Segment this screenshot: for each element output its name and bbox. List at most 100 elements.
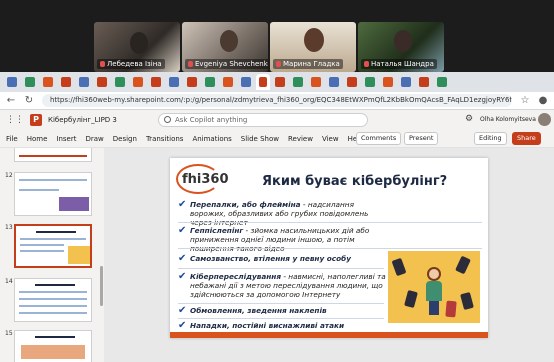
thumb-line <box>19 298 87 300</box>
url-field[interactable]: https://fhi360web-my.sharepoint.com/:p:/… <box>42 94 512 107</box>
thumb-image <box>21 345 85 359</box>
avatar[interactable] <box>538 113 551 126</box>
share-button[interactable]: Share <box>512 132 541 145</box>
slide-thumbnail[interactable] <box>14 330 92 362</box>
tab-insert[interactable]: Insert <box>56 135 76 143</box>
thumb-line <box>20 238 86 240</box>
thumb-line <box>19 189 59 191</box>
comments-button[interactable]: Comments <box>356 132 402 145</box>
screen: Лебедева Ізіна Evgeniya Shevchenko Марин… <box>0 0 554 362</box>
tab-transitions[interactable]: Transitions <box>146 135 184 143</box>
bullet-term: Самозванство, втілення у певну особу <box>190 254 351 263</box>
powerpoint-favicon <box>259 77 267 87</box>
tab-favicon[interactable] <box>347 77 357 87</box>
phone-icon <box>460 291 474 311</box>
tab-draw[interactable]: Draw <box>85 135 103 143</box>
tab-favicon[interactable] <box>365 77 375 87</box>
star-icon[interactable]: ☆ <box>520 95 530 106</box>
phone-icon <box>391 257 407 277</box>
tab-favicon[interactable] <box>223 77 233 87</box>
slide-thumbnail-active[interactable] <box>14 224 92 268</box>
tab-favicon[interactable] <box>43 77 53 87</box>
bullet-term: Обмовлення, зведення наклепів <box>190 306 327 315</box>
tab-favicon[interactable] <box>293 77 303 87</box>
tab-favicon[interactable] <box>151 77 161 87</box>
thumb-line <box>19 291 87 293</box>
app-header: ⋮⋮ P Кібербулінг_LIPD 3 Ask Copilot anyt… <box>0 110 554 130</box>
active-tab[interactable] <box>256 74 270 90</box>
checkmark-icon: ✔ <box>178 253 187 264</box>
participant-video <box>394 30 412 52</box>
thumb-line <box>20 244 64 246</box>
thumbnail-scrollbar[interactable] <box>100 266 103 306</box>
powerpoint-logo-icon[interactable]: P <box>30 114 42 126</box>
divider <box>178 268 384 269</box>
ribbon: File Home Insert Draw Design Transitions… <box>0 130 554 148</box>
tab-slide-show[interactable]: Slide Show <box>241 135 279 143</box>
profile-icon[interactable]: ● <box>538 95 548 106</box>
tab-favicon[interactable] <box>97 77 107 87</box>
user-name[interactable]: Olha Kolomyitseva <box>480 116 536 123</box>
tab-favicon[interactable] <box>187 77 197 87</box>
tab-favicon[interactable] <box>437 77 447 87</box>
mic-off-icon <box>276 61 281 67</box>
participant-tile[interactable]: Марина Гладка <box>270 22 356 72</box>
tab-view[interactable]: View <box>322 135 339 143</box>
participant-tile[interactable]: Evgeniya Shevchenko <box>182 22 268 72</box>
tab-favicon[interactable] <box>7 77 17 87</box>
slide-title[interactable]: Яким буває кібербулінг? <box>262 174 447 189</box>
reload-icon[interactable]: ↻ <box>24 95 34 106</box>
checkmark-icon: ✔ <box>178 320 187 331</box>
divider <box>178 222 482 223</box>
slide-thumbnail[interactable] <box>14 148 92 162</box>
participant-tile[interactable]: Лебедева Ізіна <box>94 22 180 72</box>
participant-video <box>130 32 148 54</box>
bullet-text: Самозванство, втілення у певну особу <box>190 254 390 263</box>
editing-mode-button[interactable]: Editing <box>474 132 507 145</box>
participant-name: Лебедева Ізіна <box>97 59 165 69</box>
present-button[interactable]: Present <box>404 132 439 145</box>
slide-canvas[interactable]: fhi360 Яким буває кібербулінг? ✔ Перепал… <box>170 158 488 338</box>
video-strip: Лебедева Ізіна Evgeniya Shevchenko Марин… <box>0 0 554 72</box>
tab-favicon[interactable] <box>115 77 125 87</box>
tab-favicon[interactable] <box>419 77 429 87</box>
settings-icon[interactable]: ⚙ <box>465 114 473 124</box>
tab-home[interactable]: Home <box>27 135 48 143</box>
tab-favicon[interactable] <box>383 77 393 87</box>
tab-file[interactable]: File <box>6 135 18 143</box>
bullet-text: Обмовлення, зведення наклепів <box>190 306 390 315</box>
tab-favicon[interactable] <box>79 77 89 87</box>
back-arrow-icon[interactable]: ← <box>6 95 16 106</box>
tab-review[interactable]: Review <box>288 135 313 143</box>
thumb-line <box>19 312 87 314</box>
document-title[interactable]: Кібербулінг_LIPD 3 <box>48 116 117 124</box>
phone-icon <box>455 255 471 275</box>
tab-favicon[interactable] <box>275 77 285 87</box>
bullet-term: Геппіслепінг <box>190 226 244 235</box>
thumb-line <box>19 305 87 307</box>
search-icon <box>164 116 171 123</box>
tab-favicon[interactable] <box>25 77 35 87</box>
copilot-search-input[interactable]: Ask Copilot anything <box>158 113 368 127</box>
tab-favicon[interactable] <box>61 77 71 87</box>
app-launcher-icon[interactable]: ⋮⋮ <box>6 115 24 125</box>
tab-favicon[interactable] <box>241 77 251 87</box>
tab-favicon[interactable] <box>311 77 321 87</box>
slide-thumbnail[interactable] <box>14 278 92 322</box>
tab-design[interactable]: Design <box>113 135 137 143</box>
tab-favicon[interactable] <box>329 77 339 87</box>
tab-favicon[interactable] <box>133 77 143 87</box>
thumb-line <box>36 231 76 233</box>
tab-favicon[interactable] <box>401 77 411 87</box>
browser-tab-bar <box>0 72 554 92</box>
tab-animations[interactable]: Animations <box>192 135 231 143</box>
cyberbullying-illustration[interactable] <box>388 251 480 323</box>
bullet-text: Кіберпереслідування - навмисні, наполегл… <box>190 272 386 299</box>
thumb-line <box>35 284 75 286</box>
participant-tile[interactable]: Наталья Шандра <box>358 22 444 72</box>
participant-video <box>220 30 238 52</box>
slide-thumbnail[interactable] <box>14 172 92 216</box>
tab-favicon[interactable] <box>205 77 215 87</box>
tab-favicon[interactable] <box>169 77 179 87</box>
thumb-line <box>20 250 64 252</box>
